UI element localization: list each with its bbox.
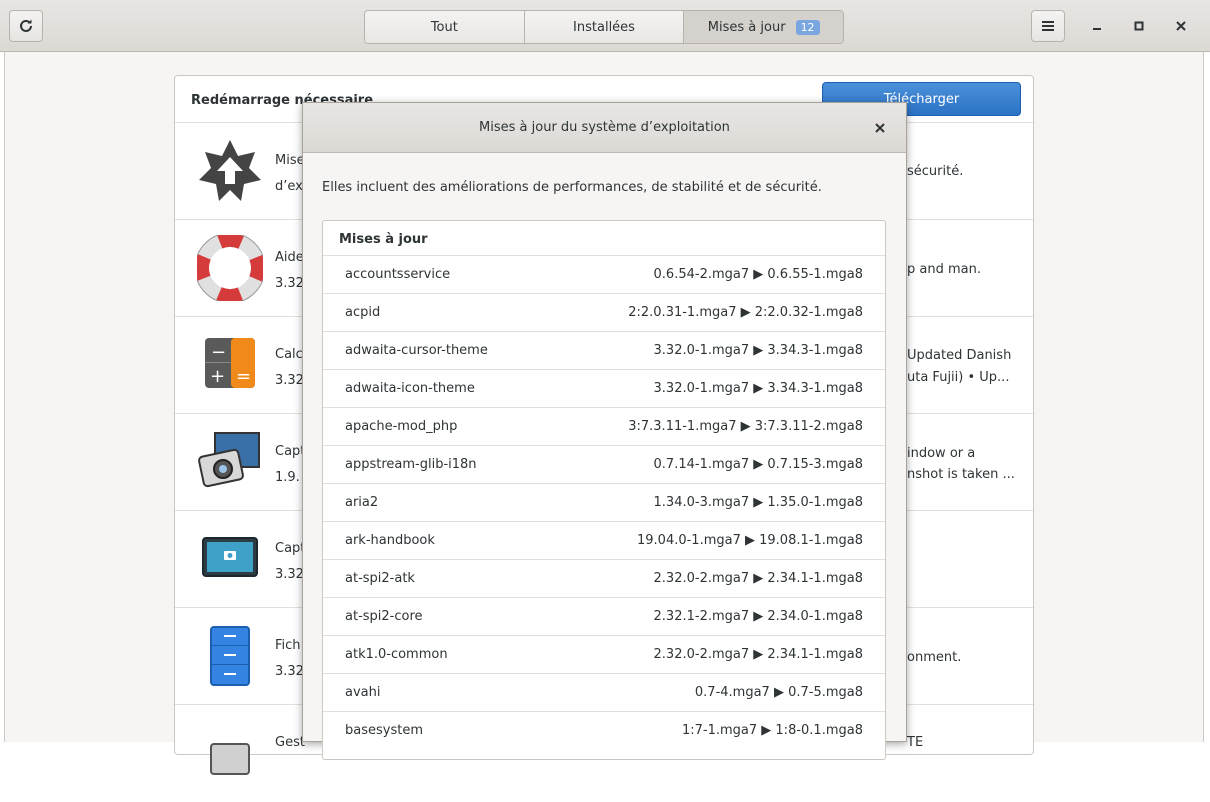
- svg-text:=: =: [236, 366, 251, 387]
- package-version: 3:7.3.11-1.mga7 ▶ 3:7.3.11-2.mga8: [628, 419, 863, 434]
- package-version: 3.32.0-1.mga7 ▶ 3.34.3-1.mga8: [653, 381, 863, 396]
- app-name: Calc: [275, 347, 303, 362]
- app-version: 3.32: [275, 276, 304, 291]
- package-row[interactable]: ark-handbook 19.04.0-1.mga7 ▶ 19.08.1-1.…: [323, 521, 885, 559]
- package-version: 1:7-1.mga7 ▶ 1:8-0.1.mga8: [681, 723, 863, 738]
- os-update-icon: [199, 140, 261, 201]
- package-row[interactable]: adwaita-cursor-theme 3.32.0-1.mga7 ▶ 3.3…: [323, 331, 885, 369]
- app-name: Gest: [275, 735, 305, 750]
- package-row[interactable]: atk1.0-common 2.32.0-2.mga7 ▶ 2.34.1-1.m…: [323, 635, 885, 673]
- package-name: ark-handbook: [345, 533, 435, 548]
- file-cabinet-icon: [210, 626, 250, 686]
- package-name: atk1.0-common: [345, 647, 448, 662]
- header-bar: Tout Installées Mises à jour 12: [0, 0, 1210, 52]
- tab-updates[interactable]: Mises à jour 12: [684, 11, 843, 43]
- close-icon: [1176, 21, 1186, 31]
- close-icon: [875, 123, 885, 133]
- menu-button[interactable]: [1031, 10, 1065, 42]
- app-version: 3.32: [275, 567, 304, 582]
- app-name: Mise: [275, 153, 305, 168]
- package-name: acpid: [345, 305, 381, 320]
- app-description: indow or a: [907, 446, 976, 461]
- minimize-icon: [1093, 28, 1101, 30]
- svg-text:+: +: [210, 366, 225, 387]
- app-name: Capt: [275, 541, 306, 556]
- dialog-close-button[interactable]: [869, 117, 891, 139]
- app-name: d’ex: [275, 179, 303, 194]
- dialog-title: Mises à jour du système d’exploitation: [479, 120, 730, 135]
- package-row[interactable]: avahi 0.7-4.mga7 ▶ 0.7-5.mga8: [323, 673, 885, 711]
- app-version: 3.32: [275, 664, 304, 679]
- package-name: basesystem: [345, 723, 423, 738]
- updates-count-badge: 12: [795, 19, 820, 35]
- maximize-icon: [1134, 21, 1144, 31]
- package-row[interactable]: basesystem 1:7-1.mga7 ▶ 1:8-0.1.mga8: [323, 711, 885, 749]
- camera-screenshot-icon: [198, 432, 260, 488]
- package-version: 2.32.1-2.mga7 ▶ 2.34.0-1.mga8: [653, 609, 863, 624]
- minimize-button[interactable]: [1081, 10, 1113, 42]
- maximize-button[interactable]: [1123, 10, 1155, 42]
- package-name: aria2: [345, 495, 379, 510]
- app-description: TE: [907, 735, 924, 750]
- package-row[interactable]: adwaita-icon-theme 3.32.0-1.mga7 ▶ 3.34.…: [323, 369, 885, 407]
- package-row[interactable]: at-spi2-atk 2.32.0-2.mga7 ▶ 2.34.1-1.mga…: [323, 559, 885, 597]
- svg-text:−: −: [211, 342, 226, 363]
- app-name: Fich: [275, 638, 301, 653]
- package-row[interactable]: apache-mod_php 3:7.3.11-1.mga7 ▶ 3:7.3.1…: [323, 407, 885, 445]
- package-name: accountsservice: [345, 267, 451, 282]
- package-manager-icon: [210, 743, 250, 775]
- os-updates-dialog: Mises à jour du système d’exploitation E…: [302, 102, 907, 760]
- tab-updates-label: Mises à jour: [707, 19, 786, 35]
- package-row[interactable]: acpid 2:2.0.31-1.mga7 ▶ 2:2.0.32-1.mga8: [323, 293, 885, 331]
- package-version: 3.32.0-1.mga7 ▶ 3.34.3-1.mga8: [653, 343, 863, 358]
- app-version: 1.9.: [275, 470, 300, 485]
- package-name: at-spi2-atk: [345, 571, 415, 586]
- calculator-icon: − + =: [205, 338, 255, 388]
- package-name: apache-mod_php: [345, 419, 458, 434]
- package-version: 2:2.0.31-1.mga7 ▶ 2:2.0.32-1.mga8: [628, 305, 863, 320]
- package-name: at-spi2-core: [345, 609, 423, 624]
- package-row[interactable]: accountsservice 0.6.54-2.mga7 ▶ 0.6.55-1…: [323, 255, 885, 293]
- app-name: Aide: [275, 250, 304, 265]
- updates-list-header: Mises à jour: [339, 232, 428, 247]
- package-name: adwaita-icon-theme: [345, 381, 475, 396]
- package-name: adwaita-cursor-theme: [345, 343, 488, 358]
- dialog-header: Mises à jour du système d’exploitation: [303, 103, 906, 153]
- app-description: onment.: [907, 650, 962, 665]
- app-name: Capt: [275, 444, 306, 459]
- app-description: uta Fujii) • Up...: [907, 370, 1010, 385]
- package-version: 0.7-4.mga7 ▶ 0.7-5.mga8: [694, 685, 863, 700]
- package-row[interactable]: appstream-glib-i18n 0.7.14-1.mga7 ▶ 0.7.…: [323, 445, 885, 483]
- screenshot-icon: [202, 537, 258, 577]
- package-version: 1.34.0-3.mga7 ▶ 1.35.0-1.mga8: [653, 495, 863, 510]
- package-name: appstream-glib-i18n: [345, 457, 477, 472]
- close-button[interactable]: [1165, 10, 1197, 42]
- package-version: 0.6.54-2.mga7 ▶ 0.6.55-1.mga8: [653, 267, 863, 282]
- tab-installed[interactable]: Installées: [524, 11, 685, 43]
- package-version: 2.32.0-2.mga7 ▶ 2.34.1-1.mga8: [653, 647, 863, 662]
- package-version: 19.04.0-1.mga7 ▶ 19.08.1-1.mga8: [637, 533, 863, 548]
- app-description: p and man.: [907, 262, 981, 277]
- refresh-icon: [20, 19, 32, 32]
- tab-all-label: Tout: [430, 19, 458, 35]
- updates-list: Mises à jour accountsservice 0.6.54-2.mg…: [322, 220, 886, 760]
- app-version: 3.32: [275, 373, 304, 388]
- refresh-button[interactable]: [9, 10, 43, 42]
- tab-installed-label: Installées: [573, 19, 635, 35]
- package-row[interactable]: aria2 1.34.0-3.mga7 ▶ 1.35.0-1.mga8: [323, 483, 885, 521]
- dialog-description: Elles incluent des améliorations de perf…: [322, 180, 822, 195]
- app-description: nshot is taken ...: [907, 467, 1015, 482]
- app-description: Updated Danish: [907, 348, 1012, 363]
- package-version: 2.32.0-2.mga7 ▶ 2.34.1-1.mga8: [653, 571, 863, 586]
- package-row[interactable]: at-spi2-core 2.32.1-2.mga7 ▶ 2.34.0-1.mg…: [323, 597, 885, 635]
- package-version: 0.7.14-1.mga7 ▶ 0.7.15-3.mga8: [653, 457, 863, 472]
- package-name: avahi: [345, 685, 381, 700]
- hamburger-menu-icon: [1042, 21, 1054, 31]
- app-description: sécurité.: [907, 164, 964, 179]
- tab-all[interactable]: Tout: [365, 11, 525, 43]
- help-lifebuoy-icon: [197, 235, 263, 301]
- view-switcher: Tout Installées Mises à jour 12: [364, 10, 844, 44]
